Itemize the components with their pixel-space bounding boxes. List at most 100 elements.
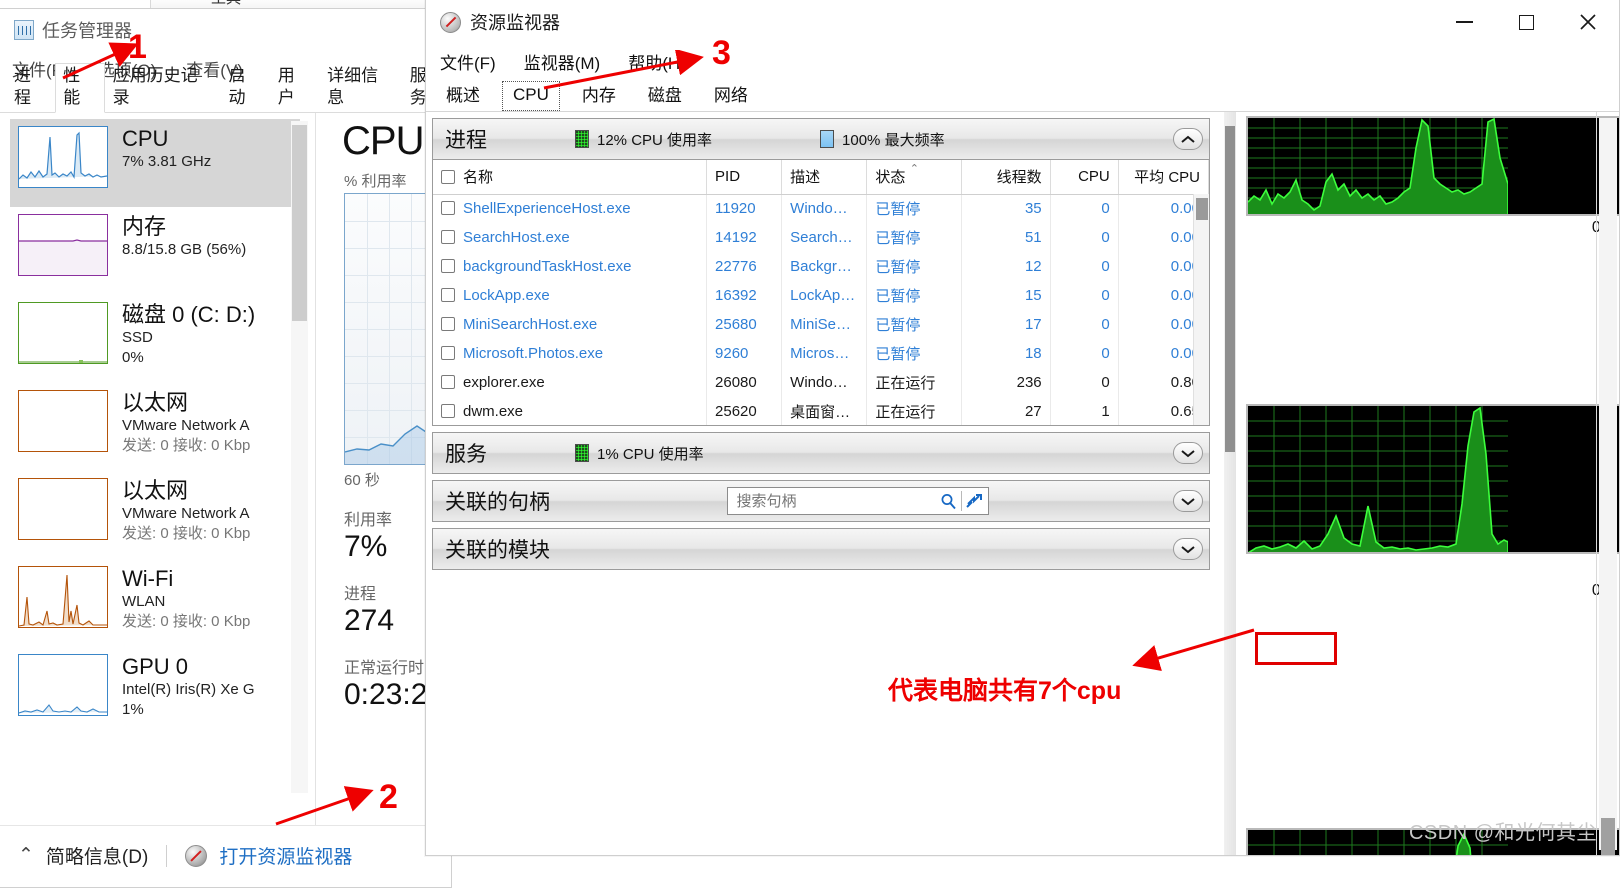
table-row[interactable]: LockApp.exe 16392 LockAp… 已暂停 15 0 0.00 [433, 281, 1209, 310]
annotation-note-text: 代表电脑共有7个cpu [888, 677, 1122, 705]
table-row[interactable]: Microsoft.Photos.exe 9260 Micros… 已暂停 18 0 0.0… [433, 339, 1209, 368]
tab-users[interactable]: 用户 [270, 63, 319, 112]
resource-item-ethernet-2[interactable]: 以太网 VMware Network A 发送: 0 接收: 0 Kbp [10, 471, 300, 559]
cell-pid: 25680 [706, 310, 783, 339]
chevron-up-icon[interactable]: ⌃ [18, 844, 34, 867]
resource-list-scrollbar[interactable] [291, 121, 308, 793]
cell-text: LockApp.exe [463, 287, 550, 304]
wifi-thumbnail [18, 566, 108, 628]
maximize-button[interactable] [1495, 0, 1557, 44]
cpu-graphs-scrollbar[interactable] [1599, 118, 1617, 855]
table-row[interactable]: MiniSearchHost.exe 25680 MiniSe… 已暂停 17 0 0.00 [433, 310, 1209, 339]
menu-help[interactable]: 帮助(H) [628, 49, 686, 74]
watermark: CSDN @和光何其尘 [1408, 822, 1597, 844]
handles-expand-button[interactable] [1173, 490, 1203, 512]
table-row[interactable]: dwm.exe 25620 桌面窗… 正在运行 27 1 0.65 [433, 397, 1209, 425]
row-checkbox[interactable] [441, 317, 455, 331]
scrollbar-thumb[interactable] [1601, 818, 1615, 855]
scrollbar-thumb[interactable] [292, 125, 307, 321]
row-checkbox[interactable] [441, 259, 455, 273]
cpu-graph-cpu5 [1246, 404, 1619, 554]
menu-file[interactable]: 文件(F) [440, 49, 496, 74]
tab-app-history[interactable]: 应用历史记录 [105, 63, 221, 112]
handles-panel-title: 关联的句柄 [445, 491, 550, 514]
tab-startup[interactable]: 启动 [221, 63, 270, 112]
cell-pid: 22776 [706, 252, 783, 281]
resource-list[interactable]: CPU 7% 3.81 GHz 内存 8.8/15.8 GB (56%) 磁盘 … [0, 119, 300, 825]
column-header-cpu[interactable]: CPU [1050, 160, 1119, 195]
table-row[interactable]: ShellExperienceHost.exe 11920 Windo… 已暂停 35 0… [433, 194, 1209, 223]
cell-status: 已暂停 [866, 281, 963, 310]
resource-name: 内存 [122, 214, 167, 239]
services-panel-title: 服务 [445, 443, 487, 466]
annotation-number-1: 1 [128, 28, 147, 66]
row-checkbox[interactable] [441, 201, 455, 216]
table-row[interactable]: explorer.exe 26080 Windo… 正在运行 236 0 0.80 [433, 368, 1209, 397]
column-header-avg-cpu[interactable]: 平均 CPU [1118, 160, 1209, 195]
table-row[interactable]: backgroundTaskHost.exe 22776 Backgr… 已暂停 12 0… [433, 252, 1209, 281]
services-panel-header[interactable]: 服务 1% CPU 使用率 [432, 432, 1210, 474]
resource-item-cpu[interactable]: CPU 7% 3.81 GHz [10, 119, 300, 207]
splitter-grip[interactable] [1225, 126, 1235, 452]
resource-item-ethernet-1[interactable]: 以太网 VMware Network A 发送: 0 接收: 0 Kbp [10, 383, 300, 471]
resource-item-disk0[interactable]: 磁盘 0 (C: D:) SSD 0% [10, 295, 300, 383]
cell-cpu: 0 [1050, 194, 1119, 223]
cell-threads: 17 [961, 310, 1051, 339]
tab-overview[interactable]: 概述 [436, 78, 490, 111]
services-expand-button[interactable] [1173, 442, 1203, 464]
handles-search-input[interactable] [734, 491, 936, 511]
ethernet-thumbnail [18, 478, 108, 540]
column-header-description[interactable]: 描述 [781, 160, 868, 195]
row-checkbox[interactable] [441, 346, 455, 360]
row-checkbox[interactable] [441, 404, 455, 418]
cell-cpu: 0 [1050, 339, 1119, 368]
column-header-status[interactable]: ⌃ 状态 [866, 160, 963, 195]
resource-line2: 发送: 0 接收: 0 Kbp [122, 613, 251, 630]
resource-item-memory[interactable]: 内存 8.8/15.8 GB (56%) [10, 207, 300, 295]
column-header-name[interactable]: 名称 [433, 160, 708, 195]
row-checkbox[interactable] [441, 375, 455, 389]
tab-memory[interactable]: 内存 [572, 78, 626, 111]
modules-panel-header[interactable]: 关联的模块 [432, 528, 1210, 570]
resource-name: 磁盘 0 (C: D:) [122, 302, 256, 327]
column-splitter[interactable] [1224, 112, 1236, 855]
search-icon[interactable] [940, 493, 957, 510]
tab-disk[interactable]: 磁盘 [638, 78, 692, 111]
select-all-checkbox[interactable] [441, 170, 455, 185]
close-button[interactable] [1557, 0, 1619, 44]
tab-processes[interactable]: 进程 [6, 63, 55, 112]
processes-freq-stat-label: 100% 最大频率 [842, 131, 945, 149]
green-swatch-icon [575, 444, 589, 462]
column-header-threads[interactable]: 线程数 [961, 160, 1051, 195]
tab-details[interactable]: 详细信息 [319, 63, 402, 112]
minimize-button[interactable] [1433, 0, 1495, 44]
brief-info-button[interactable]: 简略信息(D) [46, 842, 148, 869]
row-checkbox[interactable] [441, 230, 455, 244]
handles-panel-header[interactable]: 关联的句柄 [432, 480, 1210, 522]
resource-item-wifi[interactable]: Wi-Fi WLAN 发送: 0 接收: 0 Kbp [10, 559, 300, 647]
tab-cpu[interactable]: CPU [502, 81, 560, 111]
menu-monitor[interactable]: 监视器(M) [524, 49, 600, 74]
tab-performance[interactable]: 性能 [55, 63, 105, 113]
cpu-thumbnail [18, 126, 108, 188]
open-resource-monitor-link[interactable]: 打开资源监视器 [219, 842, 352, 869]
cell-pid: 26080 [706, 368, 783, 397]
table-row[interactable]: SearchHost.exe 14192 Search… 已暂停 51 0 0.00 [433, 223, 1209, 252]
refresh-icon[interactable] [965, 493, 984, 509]
resource-item-gpu0[interactable]: GPU 0 Intel(R) Iris(R) Xe G 1% [10, 647, 300, 735]
processes-panel: 进程 12% CPU 使用率 100% 最大频率 名称 PID 描述 ⌃ 状态 … [432, 118, 1210, 426]
processes-collapse-button[interactable] [1173, 128, 1203, 150]
processes-panel-header[interactable]: 进程 12% CPU 使用率 100% 最大频率 [432, 118, 1210, 160]
tab-network[interactable]: 网络 [704, 78, 758, 111]
scrollbar-thumb[interactable] [1196, 198, 1208, 220]
modules-expand-button[interactable] [1173, 538, 1203, 560]
resource-name: 以太网 [122, 478, 189, 503]
task-manager-icon [14, 20, 34, 40]
chevron-down-icon [1181, 497, 1195, 505]
processes-table-container[interactable]: 名称 PID 描述 ⌃ 状态 线程数 CPU 平均 CPU ShellExper… [432, 160, 1210, 426]
processes-table-scrollbar[interactable] [1193, 194, 1209, 425]
handles-search-box[interactable] [726, 487, 989, 515]
cell-name: SearchHost.exe [433, 223, 708, 252]
column-header-pid[interactable]: PID [706, 160, 783, 195]
row-checkbox[interactable] [441, 288, 455, 302]
